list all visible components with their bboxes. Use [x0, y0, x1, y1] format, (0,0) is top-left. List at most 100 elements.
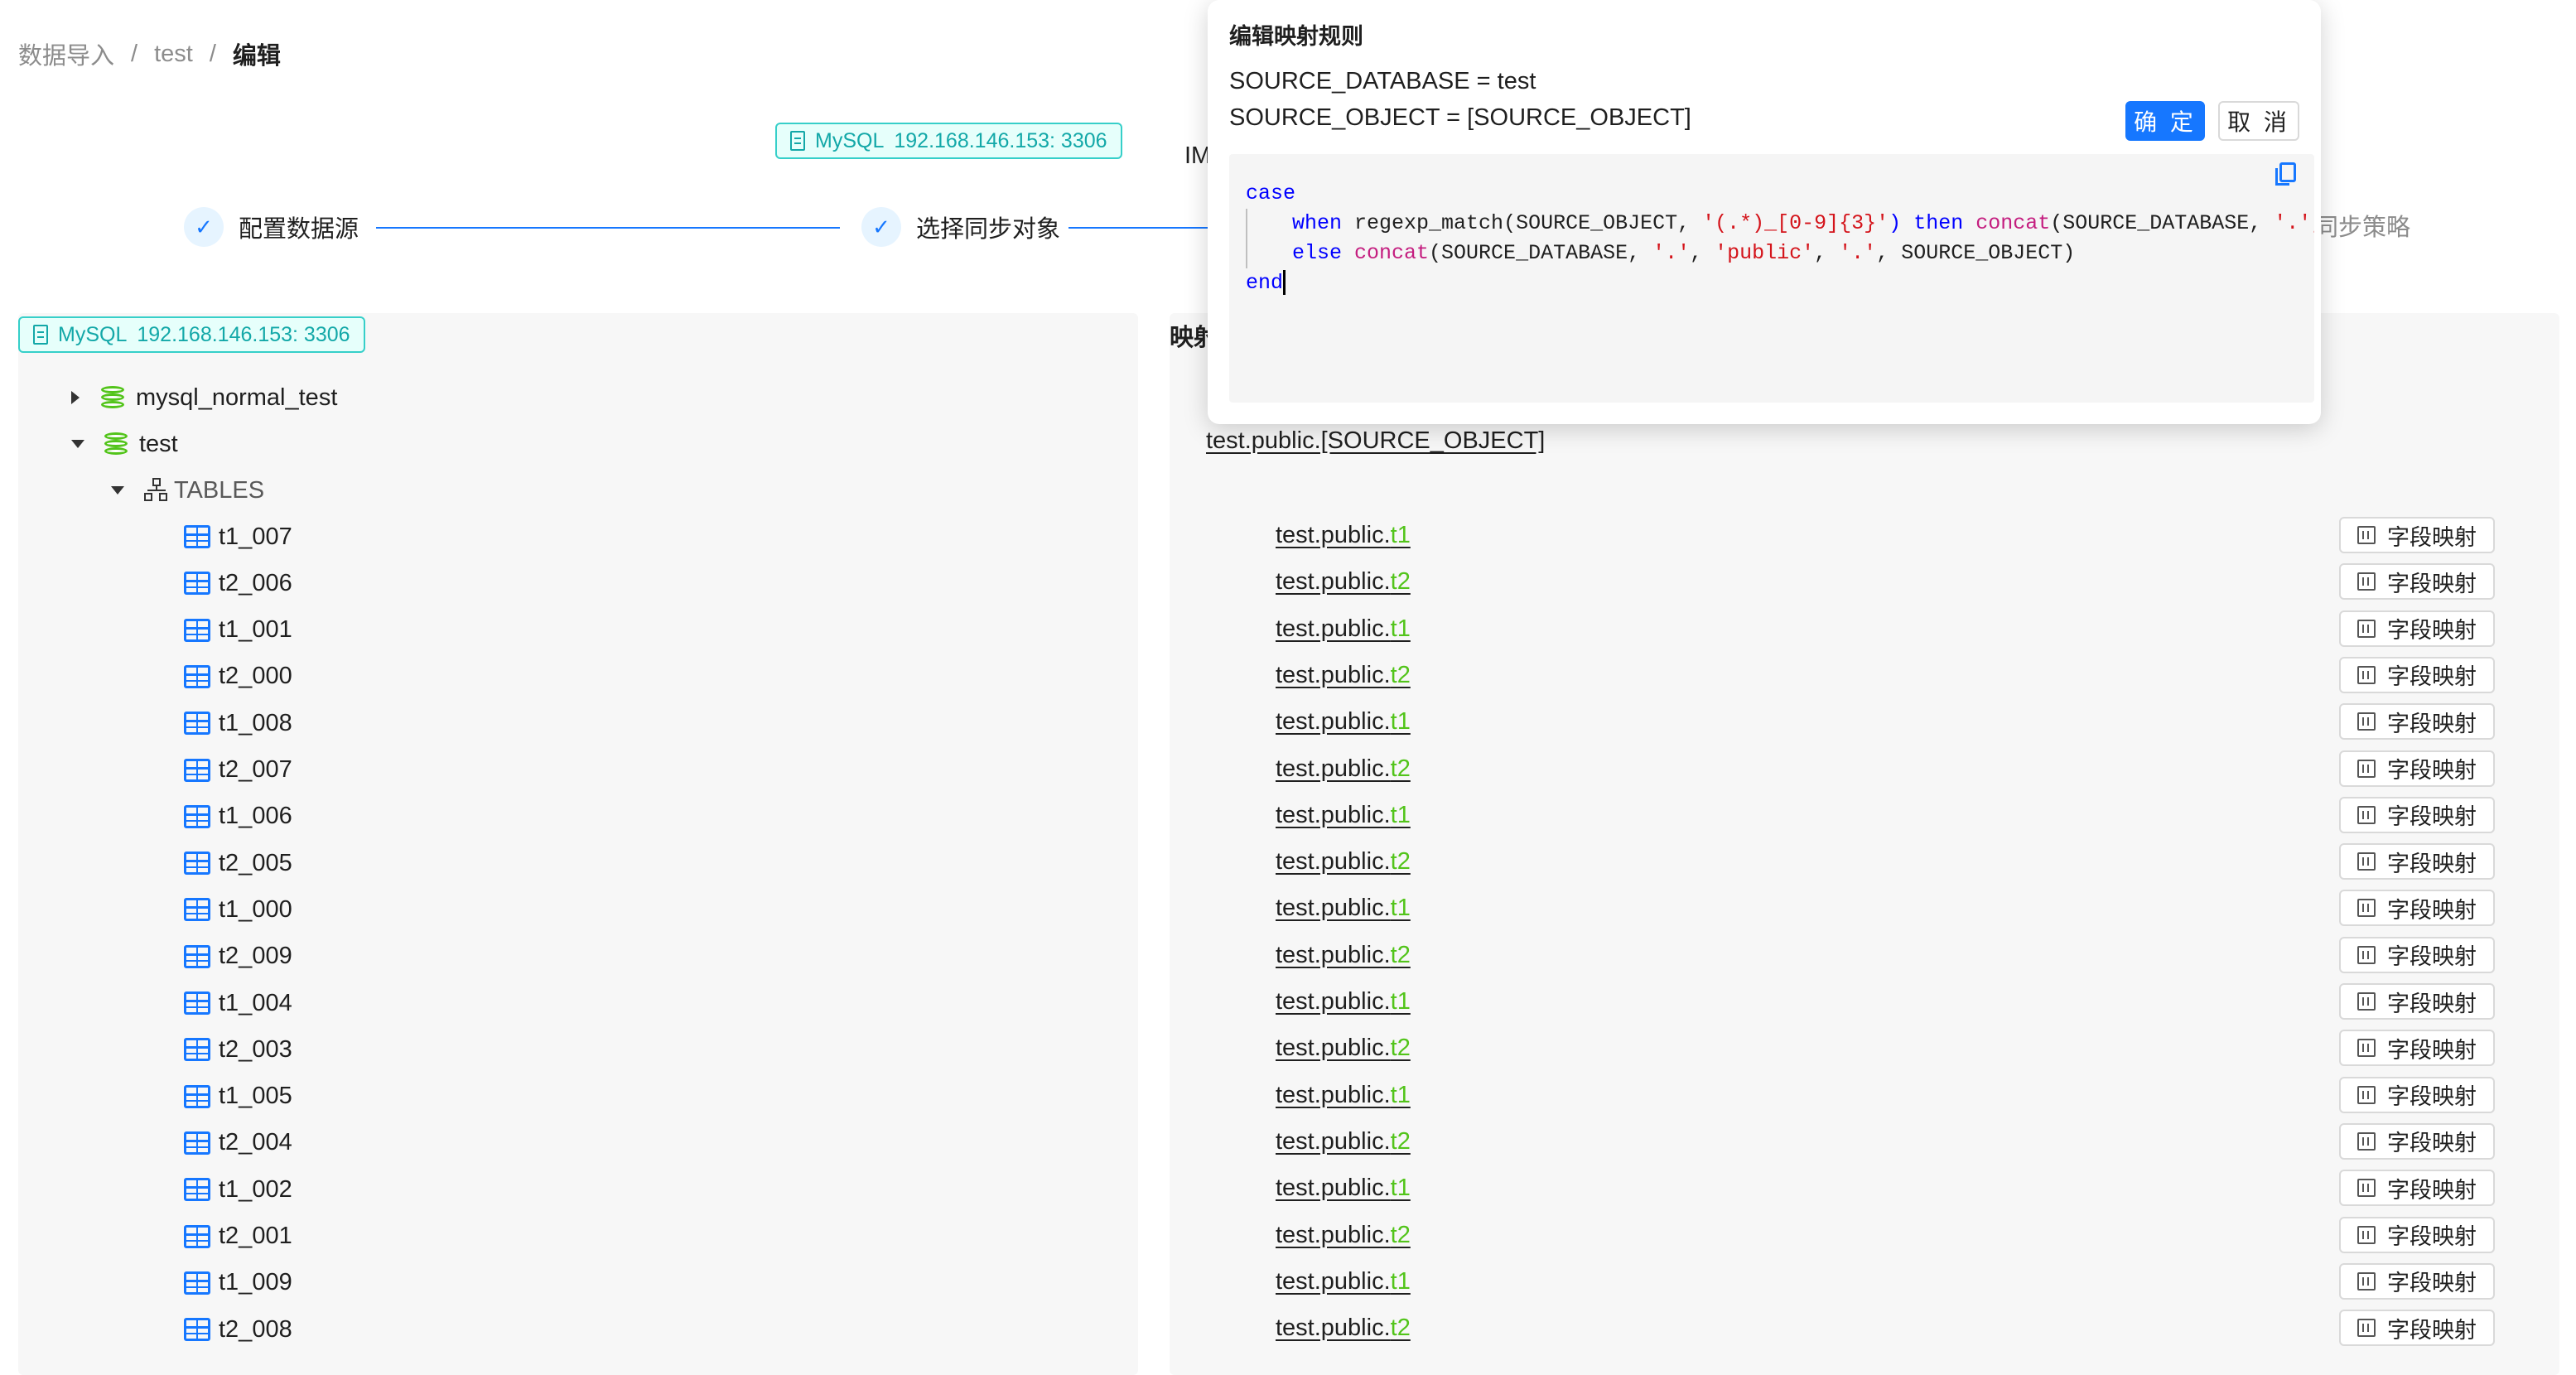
- tree-table-item[interactable]: t2_003: [184, 1026, 292, 1073]
- mapping-target-name[interactable]: test.public.t2: [1276, 1222, 1411, 1249]
- mapping-target-name[interactable]: test.public.t2: [1276, 1315, 1411, 1342]
- field-mapping-icon: [2357, 526, 2376, 544]
- target-table: t1: [1390, 615, 1411, 642]
- step-configure-source[interactable]: ✓ 配置数据源: [184, 207, 359, 247]
- mapping-target-name[interactable]: test.public.t2: [1276, 942, 1411, 969]
- mapping-row: test.public.t2 字段映射: [1276, 1213, 2559, 1260]
- field-mapping-button[interactable]: 字段映射: [2339, 517, 2495, 553]
- tree-table-item[interactable]: t1_007: [184, 514, 292, 560]
- tree-table-item[interactable]: t2_001: [184, 1213, 292, 1260]
- tree-table-item[interactable]: t2_007: [184, 747, 292, 794]
- tree-table-item[interactable]: t2_009: [184, 934, 292, 980]
- mapping-target-name[interactable]: test.public.t2: [1276, 848, 1411, 876]
- field-mapping-icon: [2357, 665, 2376, 684]
- field-mapping-button[interactable]: 字段映射: [2339, 1310, 2495, 1347]
- breadcrumb-separator: /: [209, 40, 216, 67]
- field-mapping-button[interactable]: 字段映射: [2339, 796, 2495, 833]
- step-label: 选择同步对象: [916, 216, 1061, 243]
- field-mapping-button[interactable]: 字段映射: [2339, 750, 2495, 787]
- target-table: t1: [1390, 1081, 1411, 1108]
- tree-table-item[interactable]: t2_006: [184, 560, 292, 606]
- mapping-target-name[interactable]: test.public.t1: [1276, 1175, 1411, 1202]
- mapping-target-name[interactable]: test.public.t1: [1276, 522, 1411, 549]
- field-mapping-button[interactable]: 字段映射: [2339, 890, 2495, 927]
- tree-tables-folder[interactable]: TABLES: [111, 467, 264, 514]
- mapping-row: test.public.t2 字段映射: [1276, 1120, 2559, 1166]
- tree-table-item[interactable]: t1_008: [184, 700, 292, 746]
- field-mapping-button[interactable]: 字段映射: [2339, 983, 2495, 1020]
- tree-table-item[interactable]: t1_002: [184, 1166, 292, 1213]
- step-sync-strategy[interactable]: 同步策略: [2314, 207, 2410, 248]
- source-object-var: SOURCE_OBJECT = [SOURCE_OBJECT]: [1229, 104, 1691, 131]
- tree-table-item[interactable]: t1_005: [184, 1073, 292, 1120]
- table-icon: [184, 898, 210, 922]
- field-mapping-icon: [2357, 619, 2376, 638]
- confirm-button[interactable]: 确 定: [2125, 101, 2205, 141]
- caret-down-icon[interactable]: [71, 440, 84, 448]
- field-mapping-label: 字段映射: [2387, 758, 2477, 783]
- mapping-rule-link[interactable]: test.public.[SOURCE_OBJECT]: [1206, 427, 1545, 455]
- step-select-objects[interactable]: ✓ 选择同步对象: [861, 207, 1060, 247]
- target-table: t2: [1390, 1127, 1411, 1155]
- field-mapping-button[interactable]: 字段映射: [2339, 610, 2495, 647]
- field-mapping-button[interactable]: 字段映射: [2339, 703, 2495, 741]
- field-mapping-button[interactable]: 字段映射: [2339, 1030, 2495, 1067]
- field-mapping-button[interactable]: 字段映射: [2339, 563, 2495, 601]
- table-icon: [184, 572, 210, 596]
- tree-table-item[interactable]: t2_008: [184, 1306, 292, 1353]
- tree-table-item[interactable]: t1_009: [184, 1260, 292, 1306]
- caret-right-icon[interactable]: [71, 391, 80, 404]
- breadcrumb-data-import[interactable]: 数据导入: [18, 36, 114, 71]
- field-mapping-button[interactable]: 字段映射: [2339, 843, 2495, 880]
- target-prefix: test.public.: [1276, 1081, 1391, 1108]
- mapping-target-name[interactable]: test.public.t2: [1276, 1128, 1411, 1155]
- tree-table-item[interactable]: t1_000: [184, 886, 292, 933]
- field-mapping-icon: [2357, 1131, 2376, 1151]
- field-mapping-icon: [2357, 945, 2376, 964]
- mapping-target-name[interactable]: test.public.t1: [1276, 615, 1411, 643]
- rule-code-editor[interactable]: case when regexp_match(SOURCE_OBJECT, '(.…: [1229, 154, 2314, 403]
- field-mapping-button[interactable]: 字段映射: [2339, 1170, 2495, 1207]
- field-mapping-button[interactable]: 字段映射: [2339, 1216, 2495, 1253]
- caret-down-icon[interactable]: [111, 486, 124, 495]
- tree-table-item[interactable]: t1_004: [184, 980, 292, 1026]
- breadcrumb-test[interactable]: test: [154, 41, 193, 68]
- target-table: t1: [1390, 1175, 1411, 1202]
- code-token: (SOURCE_DATABASE,: [1429, 241, 1653, 265]
- field-mapping-label: 字段映射: [2387, 1177, 2477, 1203]
- mapping-target-name[interactable]: test.public.t1: [1276, 802, 1411, 829]
- tree-table-item[interactable]: t1_006: [184, 794, 292, 840]
- mapping-target-name[interactable]: test.public.t1: [1276, 895, 1411, 922]
- mapping-target-name[interactable]: test.public.t1: [1276, 1082, 1411, 1109]
- tree-table-label: t2_006: [219, 569, 292, 596]
- tree-table-label: t2_001: [219, 1223, 292, 1249]
- field-mapping-button[interactable]: 字段映射: [2339, 1122, 2495, 1160]
- field-mapping-button[interactable]: 字段映射: [2339, 1076, 2495, 1113]
- mapping-target-name[interactable]: test.public.t2: [1276, 662, 1411, 689]
- tree-table-item[interactable]: t1_001: [184, 607, 292, 654]
- tree-table-item[interactable]: t2_004: [184, 1120, 292, 1166]
- table-icon: [184, 944, 210, 968]
- source-connection-badge: MySQL 192.168.146.153: 3306: [775, 123, 1122, 159]
- source-database-var: SOURCE_DATABASE = test: [1229, 68, 1536, 94]
- mapping-target-name[interactable]: test.public.t1: [1276, 1268, 1411, 1295]
- mapping-target-name[interactable]: test.public.t2: [1276, 1035, 1411, 1062]
- field-mapping-icon: [2357, 805, 2376, 824]
- mapping-target-name[interactable]: test.public.t1: [1276, 708, 1411, 736]
- field-mapping-button[interactable]: 字段映射: [2339, 656, 2495, 693]
- tree-db-mysql-normal-test[interactable]: mysql_normal_test: [71, 374, 337, 421]
- tree-table-item[interactable]: t2_000: [184, 654, 292, 700]
- field-mapping-button[interactable]: 字段映射: [2339, 936, 2495, 973]
- mapping-target-name[interactable]: test.public.t2: [1276, 755, 1411, 783]
- mapping-target-name[interactable]: test.public.t2: [1276, 568, 1411, 596]
- tree-table-label: t2_004: [219, 1129, 292, 1156]
- tree-table-item[interactable]: t2_005: [184, 840, 292, 886]
- field-mapping-label: 字段映射: [2387, 1131, 2477, 1156]
- tree-db-test[interactable]: test: [71, 421, 178, 467]
- connection-type: MySQL: [58, 322, 128, 346]
- field-mapping-button[interactable]: 字段映射: [2339, 1262, 2495, 1300]
- mapping-target-name[interactable]: test.public.t1: [1276, 988, 1411, 1016]
- code-content[interactable]: case when regexp_match(SOURCE_OBJECT, '(.…: [1246, 179, 2314, 298]
- field-mapping-icon: [2357, 1271, 2376, 1291]
- cancel-button[interactable]: 取 消: [2218, 101, 2299, 141]
